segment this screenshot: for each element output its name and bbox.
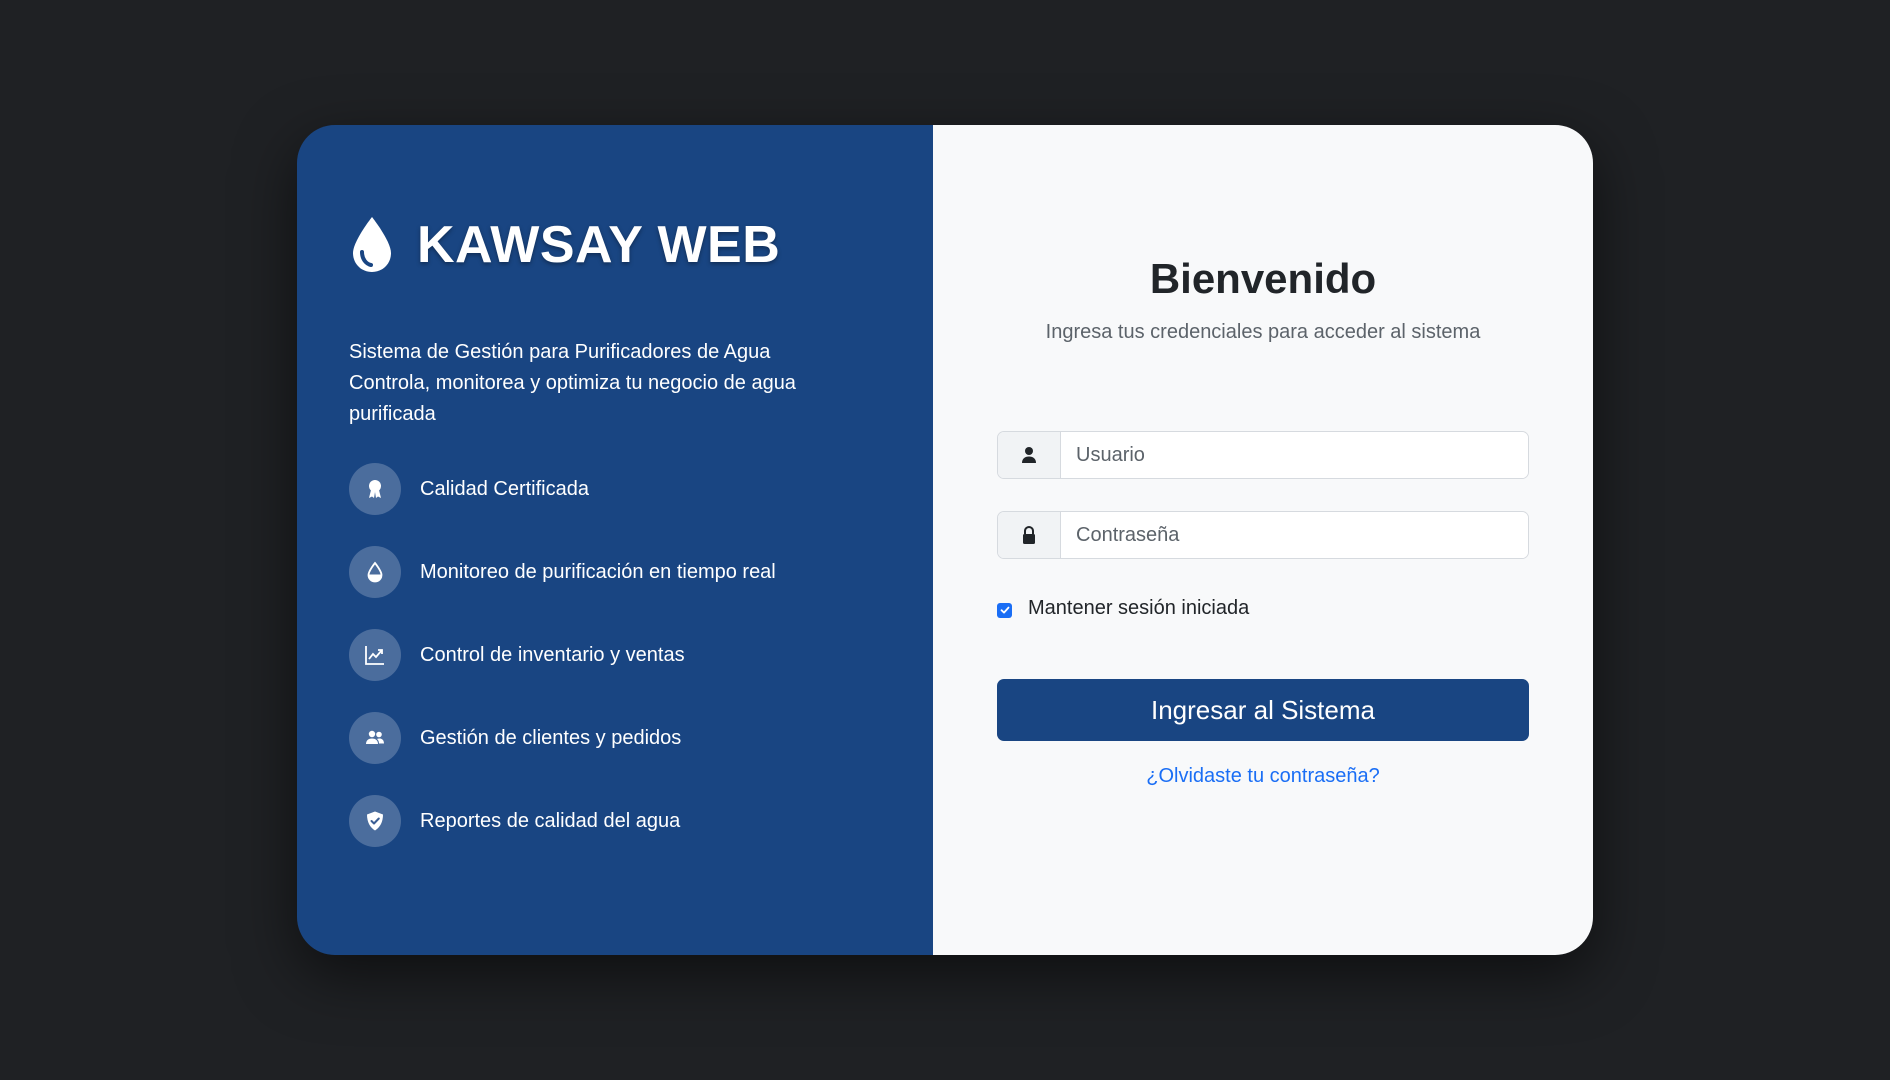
brand-description: Sistema de Gestión para Purificadores de… [349, 337, 869, 430]
login-button[interactable]: Ingresar al Sistema [997, 679, 1529, 741]
brand-title: KAWSAY WEB [417, 216, 781, 274]
feature-item: Control de inventario y ventas [349, 629, 909, 681]
shield-check-icon [349, 795, 401, 847]
feature-label: Control de inventario y ventas [420, 643, 685, 666]
lock-icon [998, 512, 1061, 558]
people-icon [349, 712, 401, 764]
forgot-password-link[interactable]: ¿Olvidaste tu contraseña? [933, 765, 1593, 788]
feature-item: Gestión de clientes y pedidos [349, 712, 909, 764]
feature-label: Gestión de clientes y pedidos [420, 726, 682, 749]
password-input[interactable] [1061, 512, 1528, 558]
password-input-group [997, 511, 1529, 559]
remember-checkbox[interactable] [997, 602, 1012, 618]
brand-panel: KAWSAY WEB Sistema de Gestión para Purif… [297, 125, 933, 955]
login-card: KAWSAY WEB Sistema de Gestión para Purif… [297, 125, 1593, 955]
person-icon [998, 432, 1061, 478]
droplet-half-icon [349, 546, 401, 598]
remember-me[interactable]: Mantener sesión iniciada [997, 597, 1249, 620]
login-subtitle: Ingresa tus credenciales para acceder al… [1045, 321, 1481, 343]
water-drop-icon [349, 215, 395, 275]
login-panel: Bienvenido Ingresa tus credenciales para… [933, 125, 1593, 955]
description-line-2: Controla, monitorea y optimiza tu negoci… [349, 372, 796, 425]
description-line-1: Sistema de Gestión para Purificadores de… [349, 341, 771, 363]
page-title: Bienvenido [1149, 255, 1377, 302]
feature-item: Calidad Certificada [349, 463, 909, 515]
feature-label: Monitoreo de purificación en tiempo real [420, 560, 776, 583]
feature-label: Calidad Certificada [420, 477, 589, 500]
remember-label[interactable]: Mantener sesión iniciada [1028, 597, 1249, 620]
username-input[interactable] [1061, 432, 1528, 478]
graph-up-icon [349, 629, 401, 681]
feature-list: Calidad Certificada Monitoreo de purific… [349, 463, 909, 878]
username-input-group [997, 431, 1529, 479]
feature-item: Reportes de calidad del agua [349, 795, 909, 847]
brand-header: KAWSAY WEB [349, 215, 780, 275]
award-icon [349, 463, 401, 515]
feature-item: Monitoreo de purificación en tiempo real [349, 546, 909, 598]
feature-label: Reportes de calidad del agua [420, 809, 681, 832]
